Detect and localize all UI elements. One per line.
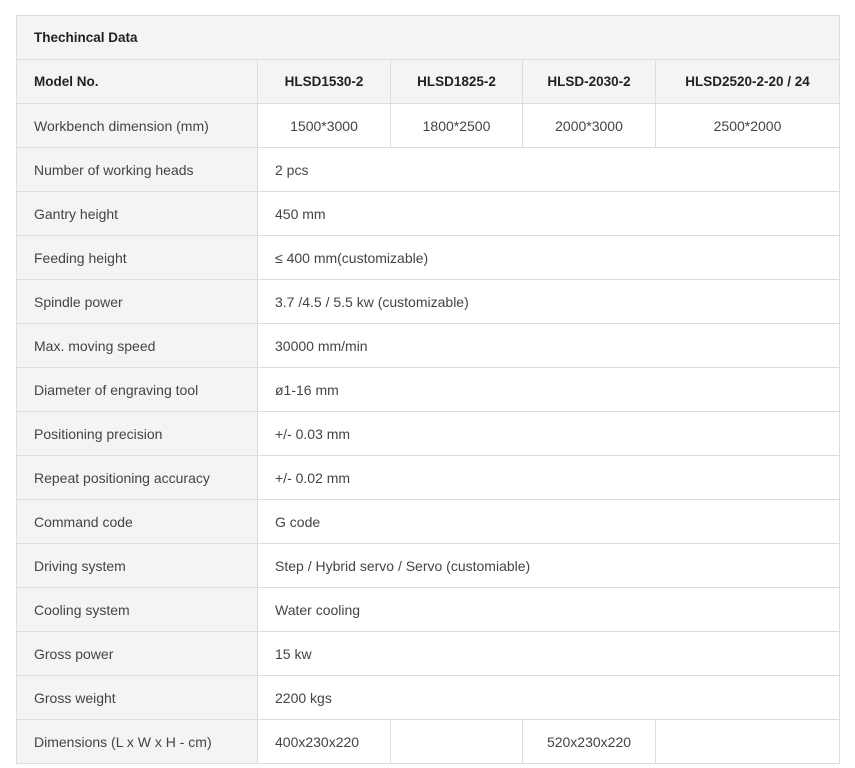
technical-data-table-container: Thechincal Data Model No. HLSD1530-2 HLS…: [15, 15, 841, 764]
spec-row: Command code G code: [16, 499, 841, 544]
dimensions-value: 400x230x220: [257, 719, 391, 764]
row-label: Positioning precision: [16, 411, 258, 456]
row-label: Repeat positioning accuracy: [16, 455, 258, 500]
row-label: Command code: [16, 499, 258, 544]
row-value: 15 kw: [256, 631, 841, 676]
row-label: Workbench dimension (mm): [16, 103, 258, 148]
model-name: HLSD-2030-2: [522, 59, 656, 104]
row-label: Spindle power: [16, 279, 258, 324]
row-value: G code: [256, 499, 841, 544]
spec-row: Spindle power 3.7 /4.5 / 5.5 kw (customi…: [16, 279, 841, 324]
table-title-row: Thechincal Data: [15, 15, 841, 60]
dimensions-row: Dimensions (L x W x H - cm) 400x230x220 …: [16, 719, 841, 764]
model-name: HLSD2520-2-20 / 24: [654, 59, 841, 104]
row-label: Gross weight: [16, 675, 258, 720]
model-header-row: Model No. HLSD1530-2 HLSD1825-2 HLSD-203…: [16, 59, 841, 104]
row-value: ≤ 400 mm(customizable): [256, 235, 841, 280]
dimensions-value-empty: [654, 719, 841, 764]
row-value: +/- 0.03 mm: [256, 411, 841, 456]
spec-row: Feeding height ≤ 400 mm(customizable): [16, 235, 841, 280]
row-value: 450 mm: [256, 191, 841, 236]
spec-row: Number of working heads 2 pcs: [16, 147, 841, 192]
row-label: Diameter of engraving tool: [16, 367, 258, 412]
spec-row: Repeat positioning accuracy +/- 0.02 mm: [16, 455, 841, 500]
spec-row: Diameter of engraving tool ø1-16 mm: [16, 367, 841, 412]
spec-row: Driving system Step / Hybrid servo / Ser…: [16, 543, 841, 588]
workbench-value: 2500*2000: [654, 103, 841, 148]
workbench-value: 1800*2500: [390, 103, 523, 148]
row-label: Max. moving speed: [16, 323, 258, 368]
row-value: 2200 kgs: [256, 675, 841, 720]
model-no-label: Model No.: [16, 59, 258, 104]
row-value: +/- 0.02 mm: [256, 455, 841, 500]
row-label: Number of working heads: [16, 147, 258, 192]
row-label: Driving system: [16, 543, 258, 588]
dimensions-value: 520x230x220: [522, 719, 656, 764]
workbench-value: 1500*3000: [257, 103, 391, 148]
technical-data-table: Thechincal Data Model No. HLSD1530-2 HLS…: [15, 15, 841, 764]
spec-row: Gross weight 2200 kgs: [16, 675, 841, 720]
row-value: Water cooling: [256, 587, 841, 632]
dimensions-value-empty: [390, 719, 523, 764]
row-label: Cooling system: [16, 587, 258, 632]
model-name: HLSD1825-2: [390, 59, 523, 104]
spec-row: Gantry height 450 mm: [16, 191, 841, 236]
row-label: Dimensions (L x W x H - cm): [16, 719, 258, 764]
spec-row: Max. moving speed 30000 mm/min: [16, 323, 841, 368]
row-label: Gross power: [16, 631, 258, 676]
workbench-row: Workbench dimension (mm) 1500*3000 1800*…: [16, 103, 841, 148]
row-label: Feeding height: [16, 235, 258, 280]
spec-row: Cooling system Water cooling: [16, 587, 841, 632]
spec-row: Gross power 15 kw: [16, 631, 841, 676]
row-value: 3.7 /4.5 / 5.5 kw (customizable): [256, 279, 841, 324]
row-value: 2 pcs: [256, 147, 841, 192]
workbench-value: 2000*3000: [522, 103, 656, 148]
row-value: ø1-16 mm: [256, 367, 841, 412]
row-label: Gantry height: [16, 191, 258, 236]
row-value: 30000 mm/min: [256, 323, 841, 368]
spec-row: Positioning precision +/- 0.03 mm: [16, 411, 841, 456]
row-value: Step / Hybrid servo / Servo (customiable…: [256, 543, 841, 588]
model-name: HLSD1530-2: [257, 59, 391, 104]
table-title: Thechincal Data: [15, 15, 841, 60]
